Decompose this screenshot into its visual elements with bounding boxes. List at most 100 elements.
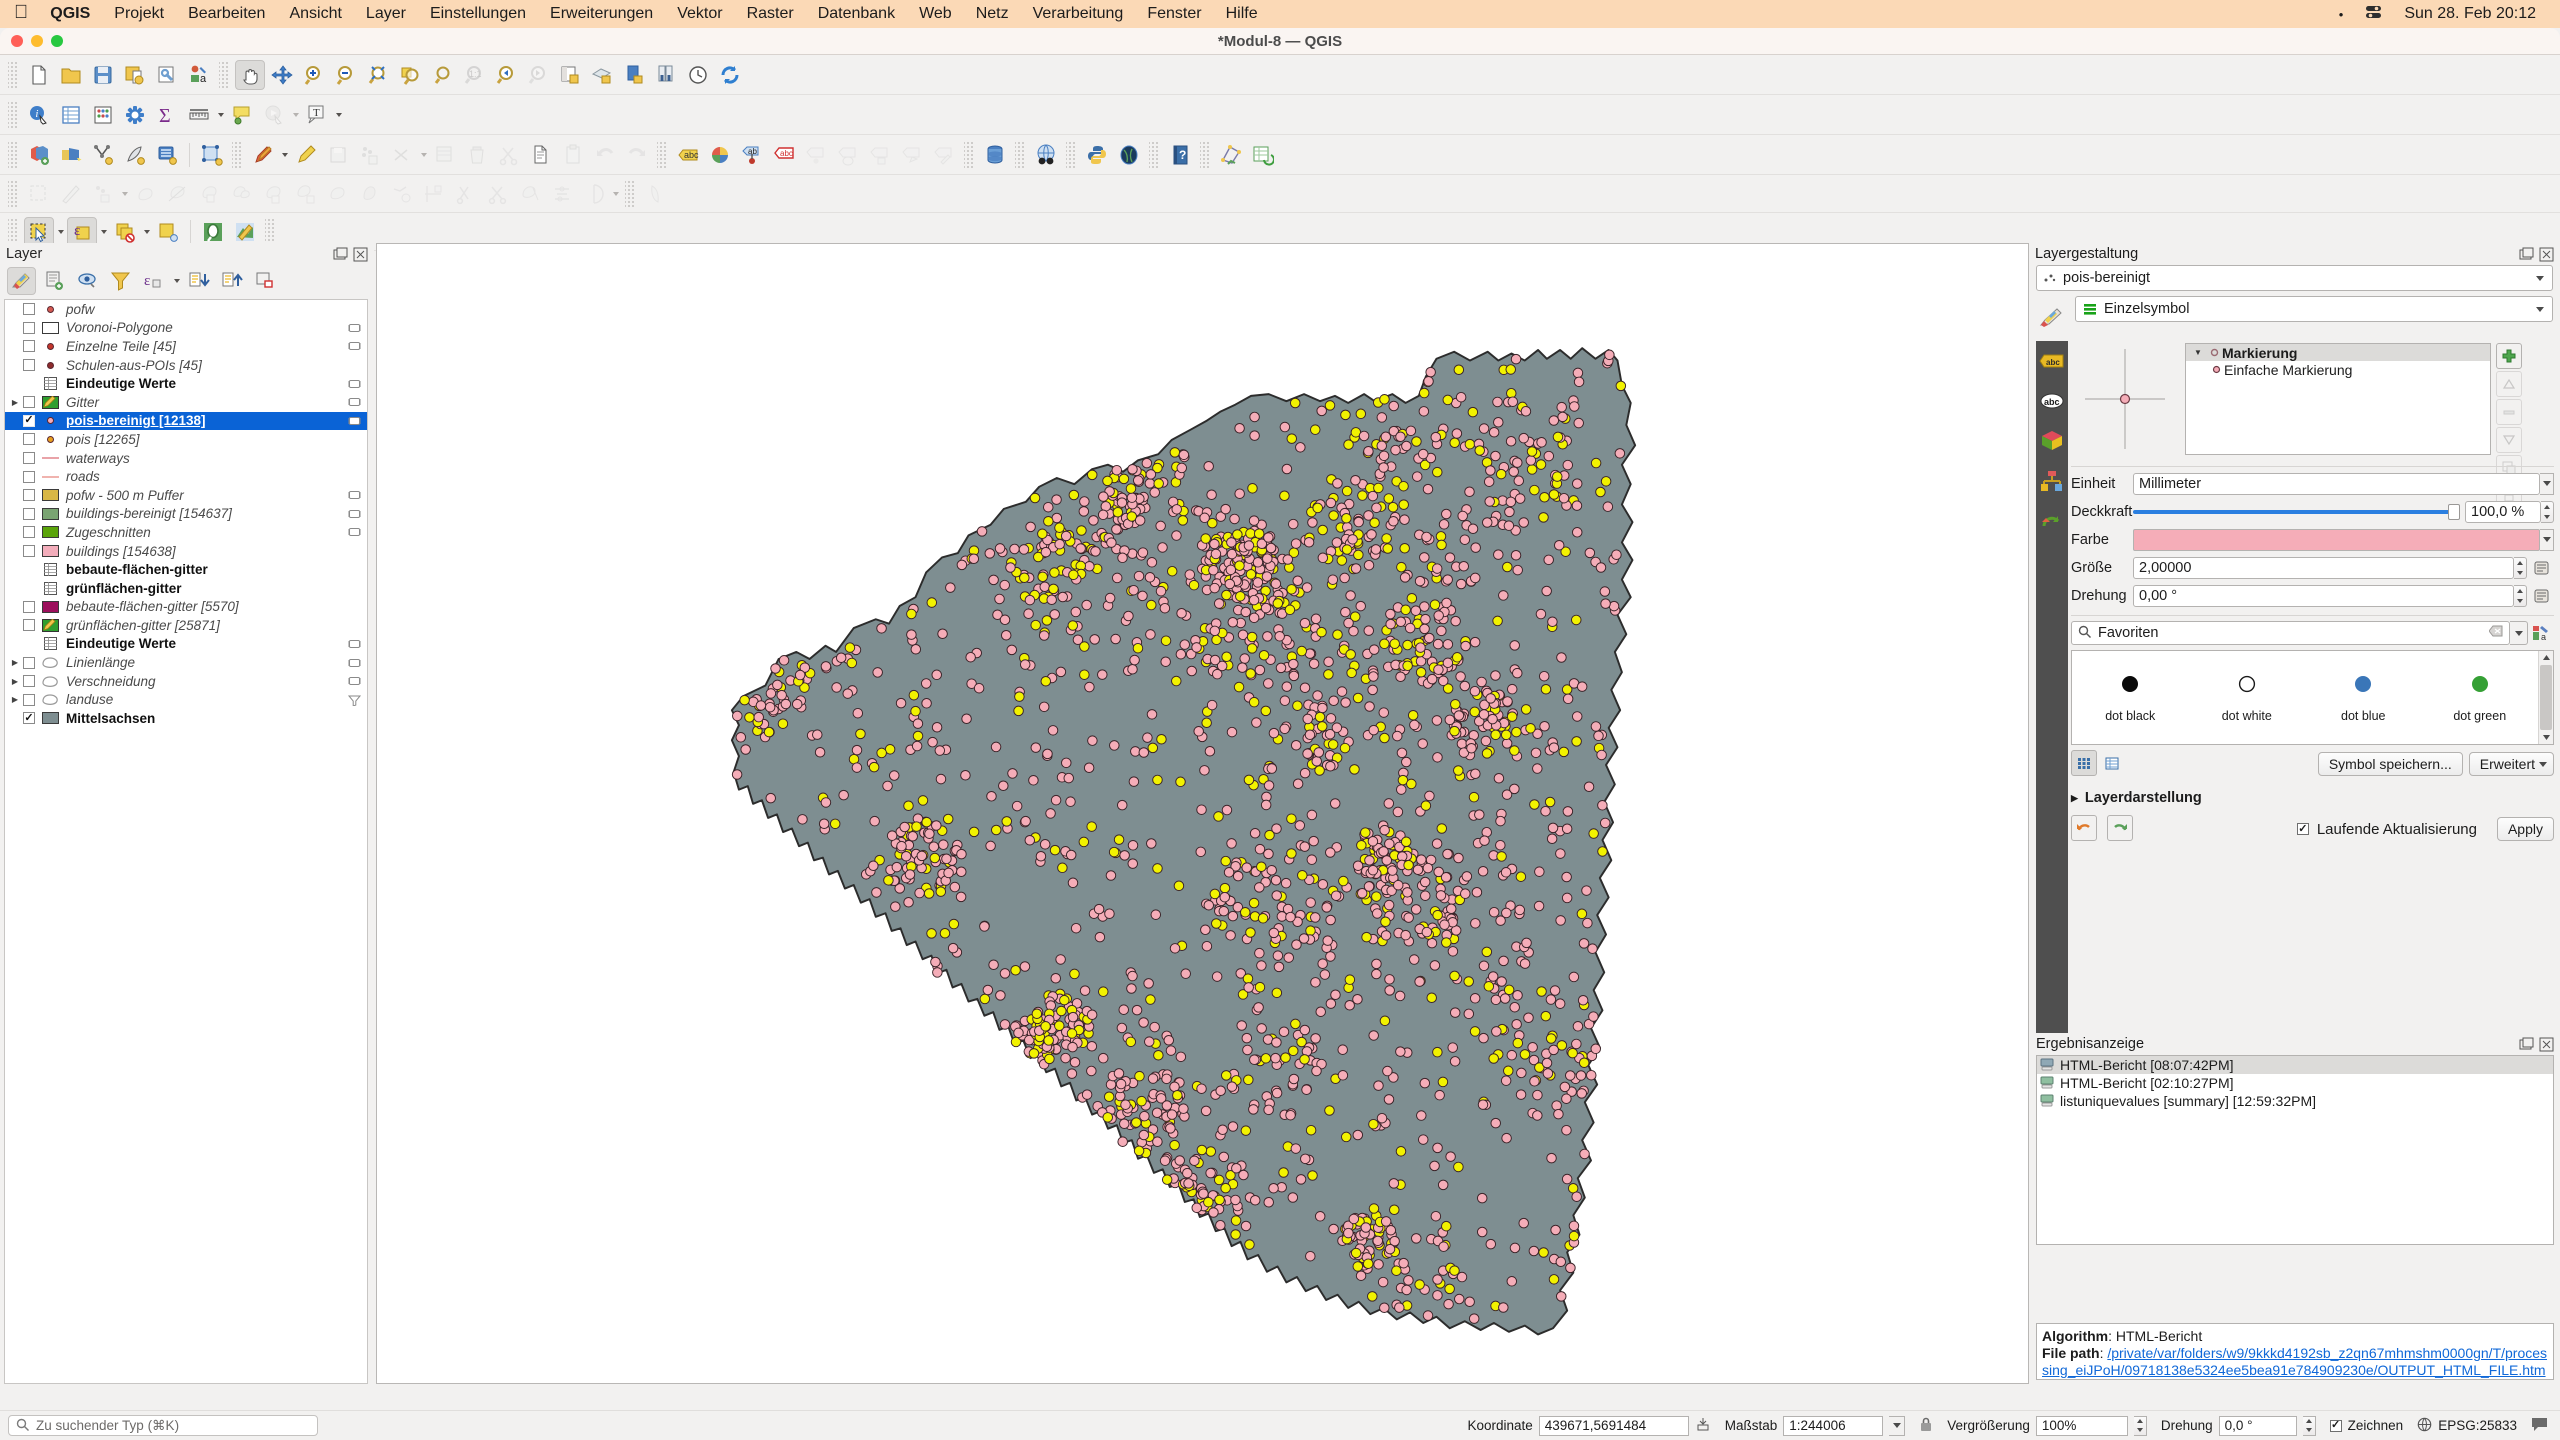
rotate-label-icon[interactable] [865, 140, 895, 170]
menu-layer[interactable]: Layer [366, 5, 406, 23]
scale-field[interactable]: 1:244006 [1783, 1415, 1884, 1436]
zoom-in-icon[interactable] [299, 60, 329, 90]
open-project-icon[interactable] [56, 60, 86, 90]
layer-visibility-checkbox[interactable] [23, 693, 35, 706]
layer-tree-item[interactable]: ▶Zugeschnitten [5, 523, 367, 542]
processing-provenance-icon[interactable] [347, 415, 362, 427]
layer-tree-item[interactable]: ▶waterways [5, 449, 367, 468]
rotation-field[interactable]: 0,0 ° [2218, 1415, 2297, 1436]
layer-tree-item[interactable]: ▶buildings [154638] [5, 542, 367, 561]
layer-tree-item[interactable]: ▶bebaute-flächen-gitter [5, 560, 367, 579]
new-map-view-icon[interactable] [555, 60, 585, 90]
add-raster-layer-icon[interactable] [56, 140, 86, 170]
clear-search-icon[interactable] [2488, 625, 2503, 641]
processing-provenance-icon[interactable] [347, 675, 362, 687]
symbol-gallery-item[interactable]: dot green [2422, 651, 2539, 744]
open-layer-styling-panel-icon[interactable] [7, 267, 36, 295]
layer-tree-item[interactable]: ▶✓Mittelsachsen [5, 709, 367, 728]
color-swatch-button[interactable] [2133, 528, 2540, 551]
slider-knob[interactable] [2448, 503, 2460, 520]
lock-icon[interactable] [1919, 1416, 1933, 1435]
filter-icon[interactable] [347, 694, 362, 707]
reverse-line-icon[interactable] [579, 179, 609, 209]
delete-part-icon[interactable] [323, 179, 353, 209]
toolbar-grip-layers[interactable] [8, 141, 19, 168]
label-toolbar-icon[interactable]: abc [673, 140, 703, 170]
symbol-gallery-item[interactable]: dot black [2072, 651, 2189, 744]
map-canvas[interactable] [376, 243, 2029, 1384]
messages-icon[interactable] [2531, 1416, 2548, 1435]
processing-provenance-icon[interactable] [347, 340, 362, 352]
menu-datenbank[interactable]: Datenbank [818, 5, 895, 23]
cut-features-icon[interactable] [494, 140, 524, 170]
advanced-digitizing-icon[interactable] [24, 179, 54, 209]
magnifier-field[interactable]: 100% [2035, 1415, 2128, 1436]
toolbar-grip-adv[interactable] [8, 180, 19, 207]
symbol-layer-list[interactable]: ▼ Markierung Einfache Markierung [2185, 343, 2491, 455]
toolbar-grip-edit[interactable] [232, 141, 243, 168]
processing-provenance-icon[interactable] [347, 508, 362, 520]
zoom-full-icon[interactable] [363, 60, 393, 90]
3d-view-icon[interactable] [2036, 421, 2068, 461]
processing-provenance-icon[interactable] [347, 489, 362, 501]
offset-point-icon[interactable] [547, 179, 577, 209]
menubar-clock[interactable]: Sun 28. Feb 20:12 [2404, 5, 2536, 23]
toolbar-grip-help[interactable] [1149, 141, 1160, 168]
quick-search-input[interactable]: Zu suchender Typ (⌘K) [8, 1415, 318, 1436]
delete-selected-icon[interactable] [462, 140, 492, 170]
scroll-up-icon[interactable] [2539, 651, 2553, 664]
toolbar-grip-nav[interactable] [219, 61, 230, 88]
symbol-gallery[interactable]: dot black dot white dot blue dot green [2071, 650, 2554, 745]
manage-map-themes-icon[interactable] [73, 267, 102, 295]
menu-raster[interactable]: Raster [747, 5, 794, 23]
project-properties-icon[interactable] [152, 60, 182, 90]
redo-icon[interactable] [622, 140, 652, 170]
adv-caret-2[interactable] [610, 181, 621, 207]
vertex-tool-icon[interactable] [387, 140, 417, 170]
add-vector-layer-icon[interactable] [24, 140, 54, 170]
layer-visibility-checkbox[interactable] [23, 600, 35, 613]
run-feature-action-icon[interactable] [259, 100, 289, 130]
change-label-icon[interactable] [897, 140, 927, 170]
diagrams-icon[interactable] [2036, 461, 2068, 501]
merge-attributes-icon[interactable] [259, 179, 289, 209]
layer-visibility-checkbox[interactable] [23, 433, 35, 446]
layer-visibility-checkbox[interactable] [23, 619, 35, 632]
layer-tree-item[interactable]: ▶roads [5, 467, 367, 486]
add-feature-icon[interactable] [355, 140, 385, 170]
toolbar-grip-plugins[interactable] [1066, 141, 1077, 168]
split-parts-icon[interactable] [195, 179, 225, 209]
layer-visibility-checkbox[interactable] [23, 396, 35, 409]
layer-selector-combo[interactable]: pois-bereinigt [2036, 265, 2553, 291]
zoom-out-icon[interactable] [331, 60, 361, 90]
undock-icon[interactable] [2519, 247, 2534, 262]
chevron-down-icon[interactable] [2540, 528, 2554, 551]
vertex-caret[interactable] [418, 142, 429, 168]
add-mesh-layer-icon[interactable] [120, 140, 150, 170]
menu-projekt[interactable]: Projekt [114, 5, 164, 23]
masks-icon[interactable]: abc [2036, 381, 2068, 421]
advanced-button[interactable]: Erweitert [2468, 752, 2554, 776]
offset-curve-icon[interactable] [88, 179, 118, 209]
undo-icon[interactable] [2071, 815, 2097, 841]
zoom-next-icon[interactable] [523, 60, 553, 90]
toolbar-grip-georef[interactable] [1200, 141, 1211, 168]
menu-fenster[interactable]: Fenster [1147, 5, 1201, 23]
symbol-search-input[interactable]: Favoriten [2071, 621, 2510, 645]
layer-visibility-checkbox[interactable] [23, 470, 35, 483]
fill-ring-icon[interactable] [355, 179, 385, 209]
chevron-right-icon[interactable]: ▶ [2071, 793, 2078, 804]
chevron-right-icon[interactable]: ▶ [7, 398, 23, 407]
zoom-native-icon[interactable]: 1:1 [459, 60, 489, 90]
remove-layer-icon[interactable] [251, 267, 280, 295]
chevron-down-icon[interactable] [2539, 762, 2547, 767]
processing-provenance-icon[interactable] [347, 378, 362, 390]
symbol-layer-row-simple-marker[interactable]: Einfache Markierung [2186, 361, 2490, 378]
move-down-icon[interactable] [2496, 427, 2522, 453]
symbology-tab-icon[interactable] [2035, 303, 2069, 333]
layer-visibility-checkbox[interactable] [23, 675, 35, 688]
chevron-down-icon[interactable] [2532, 276, 2548, 281]
collapse-all-icon[interactable] [218, 267, 247, 295]
delete-ring-icon[interactable] [291, 179, 321, 209]
close-icon[interactable] [353, 247, 368, 262]
